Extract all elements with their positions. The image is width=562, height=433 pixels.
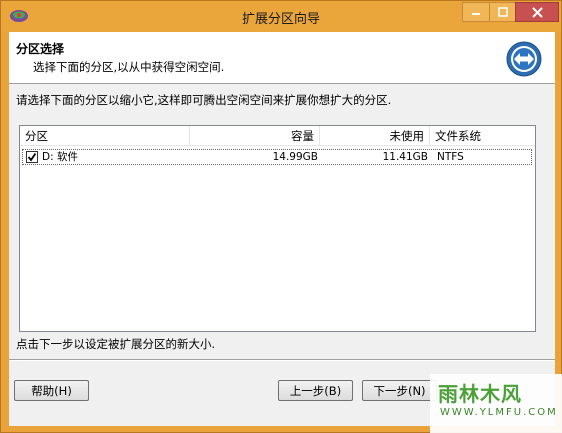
partition-capacity: 14.99GB: [272, 151, 318, 163]
title-bar[interactable]: 扩展分区向导: [1, 1, 561, 32]
wizard-header: 分区选择 选择下面的分区,以从中获得空闲空间.: [9, 32, 555, 84]
partition-name: D: 软件: [42, 151, 78, 163]
column-header-partition[interactable]: 分区: [20, 126, 190, 146]
maximize-button[interactable]: [489, 2, 515, 22]
close-icon: [531, 6, 543, 18]
next-button[interactable]: 下一步(N): [362, 380, 437, 401]
page-title: 分区选择: [16, 42, 65, 56]
watermark-text: 雨林木风: [438, 382, 522, 406]
wizard-client-area: 分区选择 选择下面的分区,以从中获得空闲空间. 请选择下面的分区以缩小它,这样即…: [9, 32, 555, 426]
resize-arrows-icon: [506, 41, 542, 77]
column-header-unused[interactable]: 未使用: [320, 126, 430, 146]
checkmark-icon: [27, 152, 37, 162]
watermark-logo: 雨林木风 WWW.YLMFU.COM: [430, 374, 562, 433]
partition-unused: 11.41GB: [382, 151, 428, 163]
partition-list[interactable]: 分区 容量 未使用 文件系统 D: 软件 14.99GB 11.41GB NTF…: [19, 125, 536, 332]
column-header-capacity[interactable]: 容量: [190, 126, 320, 146]
help-button[interactable]: 帮助(H): [14, 380, 89, 401]
partition-filesystem: NTFS: [437, 151, 464, 163]
button-divider: [9, 359, 555, 361]
maximize-icon: [497, 7, 508, 17]
minimize-button[interactable]: [462, 2, 489, 22]
instruction-text: 请选择下面的分区以缩小它,这样即可腾出空闲空间来扩展你想扩大的分区.: [16, 93, 392, 107]
next-step-hint: 点击下一步以设定被扩展分区的新大小.: [16, 337, 216, 351]
close-button[interactable]: [515, 2, 559, 22]
watermark-url: WWW.YLMFU.COM: [440, 407, 558, 418]
wizard-window: 扩展分区向导 分区选择 选择下面的分区,以从中获得空闲空间. 请选择下面的分区以…: [0, 0, 562, 433]
minimize-icon: [471, 7, 481, 17]
back-button[interactable]: 上一步(B): [278, 380, 353, 401]
partition-checkbox[interactable]: [26, 151, 38, 163]
partition-list-header: 分区 容量 未使用 文件系统: [20, 126, 535, 146]
page-subtitle: 选择下面的分区,以从中获得空闲空间.: [33, 60, 225, 74]
table-row[interactable]: D: 软件 14.99GB 11.41GB NTFS: [22, 149, 532, 165]
column-header-filesystem[interactable]: 文件系统: [430, 126, 535, 146]
